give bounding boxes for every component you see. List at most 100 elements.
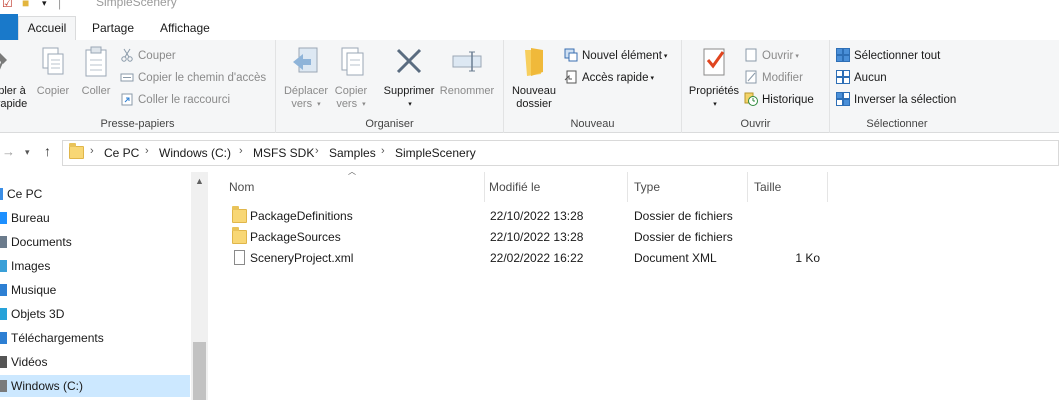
new-item-button[interactable]: Nouvel élément ▾ <box>564 46 667 66</box>
delete-button[interactable]: Supprimer ▾ <box>376 44 442 111</box>
scroll-up-arrow-icon[interactable]: ▲ <box>195 176 204 186</box>
forward-arrow-icon[interactable]: → <box>2 144 15 159</box>
nav-item-this-pc[interactable]: Ce PC <box>0 183 186 205</box>
select-all-label: Sélectionner tout <box>854 50 941 62</box>
rename-label: Renommer <box>439 85 495 97</box>
paste-shortcut-button[interactable]: Coller le raccourci <box>120 90 230 110</box>
breadcrumb-windows-c[interactable]: Windows (C:) <box>159 146 231 160</box>
new-item-label: Nouvel élément <box>582 50 662 62</box>
organize-group: Déplacer vers ▾ Copier vers ▾ Supprimer … <box>276 40 504 133</box>
file-type: Document XML <box>634 251 717 265</box>
tab-home[interactable]: Accueil <box>18 16 76 41</box>
table-row[interactable]: PackageDefinitions 22/10/2022 13:28 Doss… <box>226 206 836 227</box>
select-group: Sélectionner tout Aucun Inverser la séle… <box>830 40 964 133</box>
address-bar[interactable]: › Ce PC › Windows (C:) › MSFS SDK › Samp… <box>62 140 1059 166</box>
nav-item-downloads[interactable]: Téléchargements <box>0 327 190 349</box>
select-group-label: Sélectionner <box>866 118 928 130</box>
delete-caret-icon[interactable]: ▾ <box>376 98 442 111</box>
paste-button[interactable]: Coller <box>77 44 115 98</box>
nav-item-images[interactable]: Images <box>0 255 190 277</box>
scissors-icon <box>120 48 134 62</box>
rename-button[interactable]: Renommer <box>436 44 498 98</box>
nav-item-music[interactable]: Musique <box>0 279 190 301</box>
tab-file[interactable] <box>0 14 18 41</box>
up-arrow-icon[interactable]: ↑ <box>44 143 51 159</box>
tab-share[interactable]: Partage <box>92 17 134 41</box>
ribbon-tabs: Accueil Partage Affichage <box>0 14 1059 41</box>
table-row[interactable]: PackageSources 22/10/2022 13:28 Dossier … <box>226 227 836 248</box>
table-row[interactable]: SceneryProject.xml 22/02/2022 16:22 Docu… <box>226 248 836 269</box>
breadcrumb-msfs-sdk[interactable]: MSFS SDK <box>253 146 314 160</box>
breadcrumb-separator[interactable]: › <box>381 145 385 157</box>
folder-icon <box>232 206 247 223</box>
new-folder-label-2: dossier <box>516 98 552 110</box>
images-icon <box>0 260 7 272</box>
nav-item-documents[interactable]: Documents <box>0 231 190 253</box>
select-all-icon <box>836 48 850 62</box>
nav-item-windows-c[interactable]: Windows (C:) <box>0 375 190 397</box>
column-header-size[interactable]: Taille <box>748 172 828 202</box>
properties-icon <box>697 44 731 82</box>
drive-icon <box>0 380 7 392</box>
pin-quick-access-button[interactable]: pler à rapide <box>0 44 30 111</box>
title-bar: ☑ ■ ▾ | SimpleScenery <box>0 0 1059 14</box>
copy-to-button[interactable]: Copier vers ▾ <box>328 44 374 111</box>
breadcrumb-this-pc[interactable]: Ce PC <box>104 146 139 160</box>
copy-button[interactable]: Copier <box>34 44 72 98</box>
organize-group-label: Organiser <box>365 118 414 130</box>
file-modified: 22/10/2022 13:28 <box>490 209 584 223</box>
nav-item-label: Objets 3D <box>11 307 65 321</box>
nav-item-videos[interactable]: Vidéos <box>0 351 190 373</box>
navigation-row: → ▾ ↑ › Ce PC › Windows (C:) › MSFS SDK … <box>0 134 1059 172</box>
checkmark-icon[interactable]: ☑ <box>2 0 13 10</box>
nav-item-label: Vidéos <box>11 355 48 369</box>
edit-button[interactable]: Modifier <box>744 68 803 88</box>
breadcrumb-separator[interactable]: › <box>315 145 319 157</box>
folder-icon[interactable]: ■ <box>22 0 29 10</box>
column-header-name[interactable]: Nom <box>223 172 485 202</box>
new-folder-button[interactable]: Nouveau dossier <box>508 44 560 111</box>
properties-caret-icon[interactable]: ▾ <box>686 98 742 111</box>
document-icon <box>234 250 245 265</box>
documents-icon <box>0 236 7 248</box>
open-icon <box>744 48 758 62</box>
easy-access-label: Accès rapide <box>582 72 649 84</box>
file-type: Dossier de fichiers <box>634 209 733 223</box>
quick-access-caret-icon[interactable]: ▾ <box>42 0 47 9</box>
file-size: 1 Ko <box>795 251 820 265</box>
breadcrumb-separator[interactable]: › <box>239 145 243 157</box>
select-all-button[interactable]: Sélectionner tout <box>836 46 940 66</box>
recent-locations-chevron-icon[interactable]: ▾ <box>25 147 30 158</box>
breadcrumb-separator[interactable]: › <box>90 145 94 157</box>
copy-path-button[interactable]: Copier le chemin d'accès <box>120 68 266 88</box>
edit-label: Modifier <box>762 72 803 84</box>
navigation-pane-scrollbar[interactable]: ▲ <box>191 172 208 400</box>
history-button[interactable]: Historique <box>744 90 814 110</box>
paste-label: Coller <box>81 85 111 97</box>
cut-label: Couper <box>138 50 176 62</box>
move-to-button[interactable]: Déplacer vers ▾ <box>280 44 332 111</box>
nav-item-desktop[interactable]: Bureau <box>0 207 190 229</box>
nav-item-label: Musique <box>11 283 57 297</box>
scrollbar-thumb[interactable] <box>193 342 206 400</box>
column-header-type[interactable]: Type <box>628 172 748 202</box>
move-to-label-2-text: vers <box>291 98 313 110</box>
nav-item-label: Documents <box>11 235 72 249</box>
copy-path-icon <box>120 70 134 84</box>
select-none-button[interactable]: Aucun <box>836 68 887 88</box>
column-header-modified[interactable]: Modifié le <box>483 172 628 202</box>
easy-access-button[interactable]: Accès rapide ▾ <box>564 68 654 88</box>
file-modified: 22/02/2022 16:22 <box>490 251 584 265</box>
open-button[interactable]: Ouvrir ▾ <box>744 46 799 66</box>
nav-item-3d-objects[interactable]: Objets 3D <box>0 303 190 325</box>
properties-button[interactable]: Propriétés ▾ <box>686 44 742 111</box>
cut-button[interactable]: Couper <box>120 46 176 66</box>
breadcrumb-separator[interactable]: › <box>145 145 149 157</box>
invert-selection-button[interactable]: Inverser la sélection <box>836 90 956 110</box>
select-none-label: Aucun <box>854 72 887 84</box>
breadcrumb-samples[interactable]: Samples <box>329 146 376 160</box>
breadcrumb-simplescenery[interactable]: SimpleScenery <box>395 146 476 160</box>
tab-view[interactable]: Affichage <box>160 17 210 41</box>
move-to-label-1: Déplacer <box>283 85 329 97</box>
copy-icon <box>36 44 70 82</box>
